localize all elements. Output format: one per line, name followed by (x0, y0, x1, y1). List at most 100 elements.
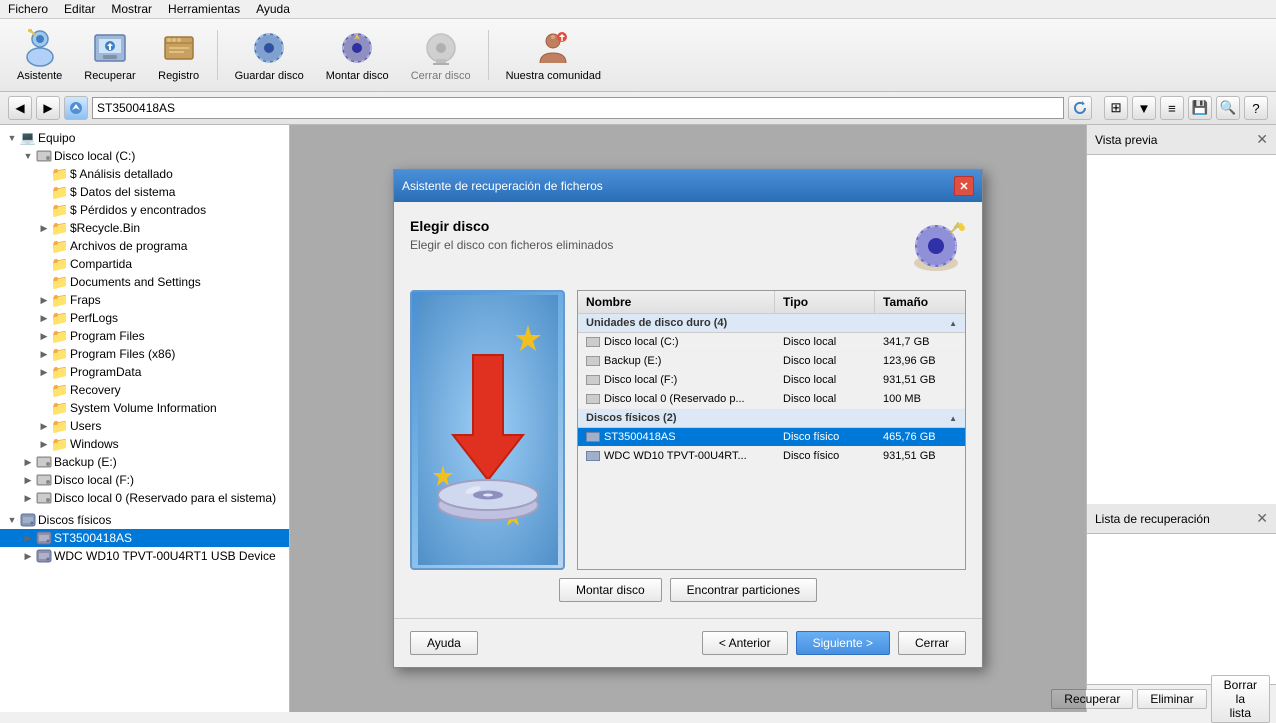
tree-item-programfiles-x86[interactable]: ▶ 📁 Program Files (x86) (0, 345, 289, 363)
recycle-label: $Recycle.Bin (70, 221, 140, 235)
tree-item-recycle[interactable]: ▶ 📁 $Recycle.Bin (0, 219, 289, 237)
tree-item-perflogs[interactable]: ▶ 📁 PerfLogs (0, 309, 289, 327)
asistente-button[interactable]: Asistente (8, 23, 71, 87)
menu-ayuda[interactable]: Ayuda (256, 2, 290, 16)
asistente-icon (20, 28, 60, 68)
tree-item-programfiles[interactable]: ▶ 📁 Program Files (0, 327, 289, 345)
menu-herramientas[interactable]: Herramientas (168, 2, 240, 16)
comunidad-button[interactable]: Nuestra comunidad (497, 23, 610, 87)
recovery-list-close-icon[interactable]: ✕ (1256, 510, 1268, 527)
cerrar-disco-button[interactable]: Cerrar disco (402, 23, 480, 87)
tree-item-archivos[interactable]: ▶ 📁 Archivos de programa (0, 237, 289, 255)
tree-item-wdc[interactable]: ▶ WDC WD10 TPVT-00U4RT1 USB Device (0, 547, 289, 565)
tree-item-perdidos[interactable]: ▶ 📁 $ Pérdidos y encontrados (0, 201, 289, 219)
physical-row-1[interactable]: WDC WD10 TPVT-00U4RT... Disco físico 931… (578, 447, 965, 466)
windows-icon: 📁 (52, 436, 68, 452)
tree-item-backup-e[interactable]: ▶ Backup (E:) (0, 453, 289, 471)
disco-c-icon (36, 148, 52, 164)
guardar-disco-button[interactable]: Guardar disco (226, 23, 313, 87)
documents-label: Documents and Settings (70, 275, 201, 289)
menu-mostrar[interactable]: Mostrar (111, 2, 152, 16)
menu-fichero[interactable]: Fichero (8, 2, 48, 16)
tree-item-equipo[interactable]: ▼ 💻 Equipo (0, 129, 289, 147)
recuperar-button[interactable]: Recuperar (75, 23, 144, 87)
users-expand[interactable]: ▶ (36, 418, 52, 434)
windows-label: Windows (70, 437, 119, 451)
ayuda-button[interactable]: Ayuda (410, 631, 478, 655)
disco-f-expand[interactable]: ▶ (20, 472, 36, 488)
preview-content (1087, 155, 1276, 504)
equipo-label: Equipo (38, 131, 75, 145)
encontrar-particiones-button[interactable]: Encontrar particiones (670, 578, 817, 602)
hdd-row-3[interactable]: Disco local 0 (Reservado p... Disco loca… (578, 390, 965, 409)
tree-item-disco-c[interactable]: ▼ Disco local (C:) (0, 147, 289, 165)
view-grid-button[interactable]: ⊞ (1104, 96, 1128, 120)
fraps-expand[interactable]: ▶ (36, 292, 52, 308)
hdd-0-size: 341,7 GB (875, 333, 965, 351)
tree-item-compartida[interactable]: ▶ 📁 Compartida (0, 255, 289, 273)
tree-item-disco-0[interactable]: ▶ Disco local 0 (Reservado para el siste… (0, 489, 289, 507)
montar-disco-button[interactable]: Montar disco (317, 23, 398, 87)
search-button[interactable]: 🔍 (1216, 96, 1240, 120)
hdd-row-1[interactable]: Backup (E:) Disco local 123,96 GB (578, 352, 965, 371)
filter-button[interactable]: ▼ (1132, 96, 1156, 120)
discos-fisicos-expand[interactable]: ▼ (4, 512, 20, 528)
tree-item-programdata[interactable]: ▶ 📁 ProgramData (0, 363, 289, 381)
refresh-button[interactable] (1068, 96, 1092, 120)
col-tipo: Tipo (775, 291, 875, 313)
preview-close-icon[interactable]: ✕ (1256, 131, 1268, 148)
back-button[interactable]: ◀ (8, 96, 32, 120)
siguiente-button[interactable]: Siguiente > (796, 631, 890, 655)
tree-item-recovery[interactable]: ▶ 📁 Recovery (0, 381, 289, 399)
compartida-icon: 📁 (52, 256, 68, 272)
equipo-expand[interactable]: ▼ (4, 130, 20, 146)
st3500-expand[interactable]: ▶ (20, 530, 36, 546)
hdd-collapse[interactable]: ▲ (949, 319, 957, 328)
tree-item-analisis[interactable]: ▶ 📁 $ Análisis detallado (0, 165, 289, 183)
tree-item-documents[interactable]: ▶ 📁 Documents and Settings (0, 273, 289, 291)
backup-e-expand[interactable]: ▶ (20, 454, 36, 470)
wdc-expand[interactable]: ▶ (20, 548, 36, 564)
tree-item-disco-f[interactable]: ▶ Disco local (F:) (0, 471, 289, 489)
save-button[interactable]: 💾 (1188, 96, 1212, 120)
borrar-lista-button[interactable]: Borrar la lista (1211, 675, 1270, 723)
tree-item-system-volume[interactable]: ▶ 📁 System Volume Information (0, 399, 289, 417)
programdata-expand[interactable]: ▶ (36, 364, 52, 380)
cerrar-button[interactable]: Cerrar (898, 631, 966, 655)
tree-item-fraps[interactable]: ▶ 📁 Fraps (0, 291, 289, 309)
view-details-button[interactable]: ≡ (1160, 96, 1184, 120)
help-button[interactable]: ? (1244, 96, 1268, 120)
menu-editar[interactable]: Editar (64, 2, 95, 16)
hdd-0-name: Disco local (C:) (578, 333, 775, 351)
programfiles-label: Program Files (70, 329, 145, 343)
physical-collapse[interactable]: ▲ (949, 414, 957, 423)
menu-bar: Fichero Editar Mostrar Herramientas Ayud… (0, 0, 1276, 19)
disco-0-expand[interactable]: ▶ (20, 490, 36, 506)
tree-item-st3500[interactable]: ▶ ST3500418AS (0, 529, 289, 547)
recovery-list-title: Lista de recuperación (1095, 512, 1210, 526)
modal-close-button[interactable]: ✕ (954, 176, 974, 196)
tree-item-datos-sistema[interactable]: ▶ 📁 $ Datos del sistema (0, 183, 289, 201)
up-button[interactable] (64, 96, 88, 120)
programfiles-x86-expand[interactable]: ▶ (36, 346, 52, 362)
tree-item-users[interactable]: ▶ 📁 Users (0, 417, 289, 435)
montar-disco-button[interactable]: Montar disco (559, 578, 662, 602)
hdd-row-0[interactable]: Disco local (C:) Disco local 341,7 GB (578, 333, 965, 352)
physical-row-0[interactable]: ST3500418AS Disco físico 465,76 GB (578, 428, 965, 447)
forward-button[interactable]: ▶ (36, 96, 60, 120)
hdd-2-type: Disco local (775, 371, 875, 389)
eliminar-button[interactable]: Eliminar (1137, 689, 1206, 709)
disco-c-expand[interactable]: ▼ (20, 148, 36, 164)
windows-expand[interactable]: ▶ (36, 436, 52, 452)
analisis-icon: 📁 (52, 166, 68, 182)
address-input[interactable] (92, 97, 1064, 119)
tree-item-windows[interactable]: ▶ 📁 Windows (0, 435, 289, 453)
perflogs-expand[interactable]: ▶ (36, 310, 52, 326)
recovery-list-content (1087, 534, 1276, 684)
recycle-expand[interactable]: ▶ (36, 220, 52, 236)
tree-item-discos-fisicos[interactable]: ▼ Discos físicos (0, 511, 289, 529)
hdd-row-2[interactable]: Disco local (F:) Disco local 931,51 GB (578, 371, 965, 390)
programfiles-expand[interactable]: ▶ (36, 328, 52, 344)
anterior-button[interactable]: < Anterior (702, 631, 788, 655)
registro-button[interactable]: Registro (149, 23, 209, 87)
